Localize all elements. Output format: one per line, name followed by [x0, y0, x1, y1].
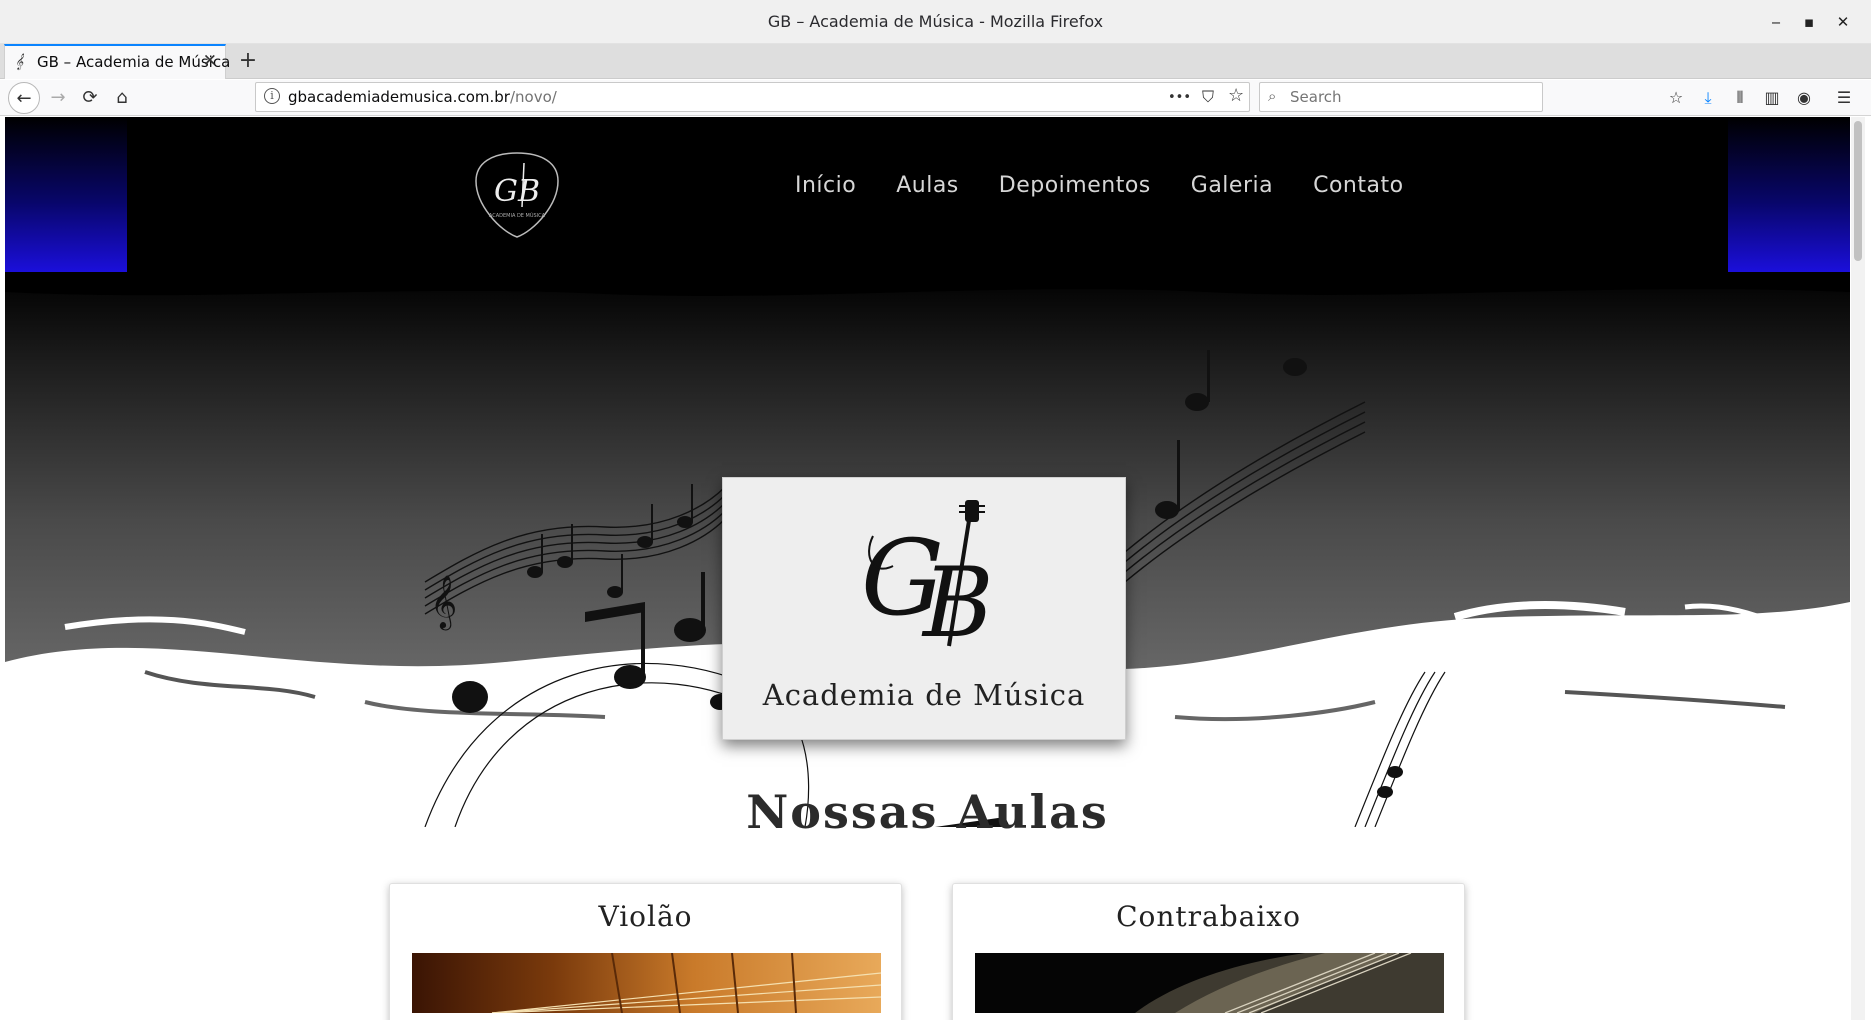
menu-item-aulas[interactable]: Aulas: [896, 173, 959, 213]
course-photo: [975, 953, 1444, 1013]
site-header: GB ACADEMIA DE MÚSICA Início Aulas Depoi…: [5, 117, 1850, 287]
course-title: Contrabaixo: [1116, 900, 1301, 933]
svg-text:ACADEMIA DE MÚSICA: ACADEMIA DE MÚSICA: [489, 212, 546, 219]
url-host: gbacademiademusica.com.br: [288, 88, 510, 106]
bookmarks-star-icon[interactable]: ☆: [1661, 82, 1691, 114]
svg-text:𝄞: 𝄞: [430, 574, 457, 630]
menu-item-galeria[interactable]: Galeria: [1191, 173, 1273, 213]
bookmark-star-icon[interactable]: ☆: [1228, 85, 1244, 106]
reload-button[interactable]: ⟳: [74, 82, 106, 114]
library-icon[interactable]: ⫴: [1725, 82, 1755, 114]
new-tab-button[interactable]: +: [234, 47, 262, 75]
page-viewport: 𝄞 GB ACADEMIA DE MÚSICA Início Aulas Dep…: [5, 117, 1850, 1020]
tab-active[interactable]: 𝄞 GB – Academia de Música ✕: [4, 44, 230, 79]
page-actions-icon[interactable]: •••: [1168, 90, 1191, 105]
hero-card-title: Academia de Música: [762, 678, 1086, 712]
url-path: /novo/: [509, 88, 557, 106]
section-title: Nossas Aulas: [746, 785, 1109, 839]
course-card-contrabaixo[interactable]: Contrabaixo: [952, 883, 1465, 1020]
course-photo: [412, 953, 881, 1013]
course-title: Violão: [598, 900, 693, 933]
sidebar-icon[interactable]: ▥: [1757, 82, 1787, 114]
menu-item-inicio[interactable]: Início: [795, 173, 856, 213]
forward-button[interactable]: →: [42, 82, 74, 114]
window-title: GB – Academia de Música - Mozilla Firefo…: [767, 12, 1104, 31]
window-titlebar: GB – Academia de Música - Mozilla Firefo…: [0, 0, 1871, 44]
menu-item-contato[interactable]: Contato: [1313, 173, 1403, 213]
back-button[interactable]: ←: [8, 82, 40, 114]
menu-item-depoimentos[interactable]: Depoimentos: [999, 173, 1151, 213]
search-input[interactable]: [1290, 87, 1530, 107]
tab-close-icon[interactable]: ✕: [203, 51, 217, 71]
scrollbar-thumb[interactable]: [1854, 121, 1862, 261]
site-info-icon[interactable]: i: [264, 88, 280, 104]
svg-text:GB: GB: [494, 174, 540, 209]
course-card-violao[interactable]: Violão: [389, 883, 902, 1020]
navigation-toolbar: ← → ⟳ ⌂ i gbacademiademusica.com.br/novo…: [0, 80, 1871, 116]
url-text[interactable]: gbacademiademusica.com.br/novo/: [288, 88, 557, 106]
search-icon: ⌕: [1268, 87, 1277, 105]
favicon-icon: 𝄞: [15, 54, 24, 70]
url-bar[interactable]: i gbacademiademusica.com.br/novo/ ••• ⛉ …: [255, 82, 1250, 112]
close-window-icon[interactable]: ✕: [1831, 10, 1855, 34]
page-scrollbar[interactable]: [1851, 117, 1865, 1020]
download-icon[interactable]: ⤓: [1693, 82, 1723, 114]
menu-icon[interactable]: ☰: [1829, 82, 1859, 114]
hero-logo-card: G B Academia de Música: [722, 477, 1126, 740]
gb-guitar-emblem-icon: G B: [861, 500, 994, 659]
tab-label: GB – Academia de Música: [37, 53, 231, 71]
account-icon[interactable]: ◉: [1789, 82, 1819, 114]
minimize-icon[interactable]: ‒: [1764, 10, 1788, 34]
right-accent-strip: [1728, 117, 1850, 272]
pocket-icon[interactable]: ⛉: [1202, 87, 1214, 107]
maximize-icon[interactable]: ▪: [1797, 10, 1821, 34]
tab-strip: 𝄞 GB – Academia de Música ✕ +: [0, 44, 1871, 79]
site-logo-icon[interactable]: GB ACADEMIA DE MÚSICA: [472, 149, 562, 239]
home-button[interactable]: ⌂: [106, 82, 138, 114]
left-accent-strip: [5, 117, 127, 272]
site-menu: Início Aulas Depoimentos Galeria Contato: [795, 173, 1444, 213]
search-bar[interactable]: ⌕: [1259, 82, 1543, 112]
